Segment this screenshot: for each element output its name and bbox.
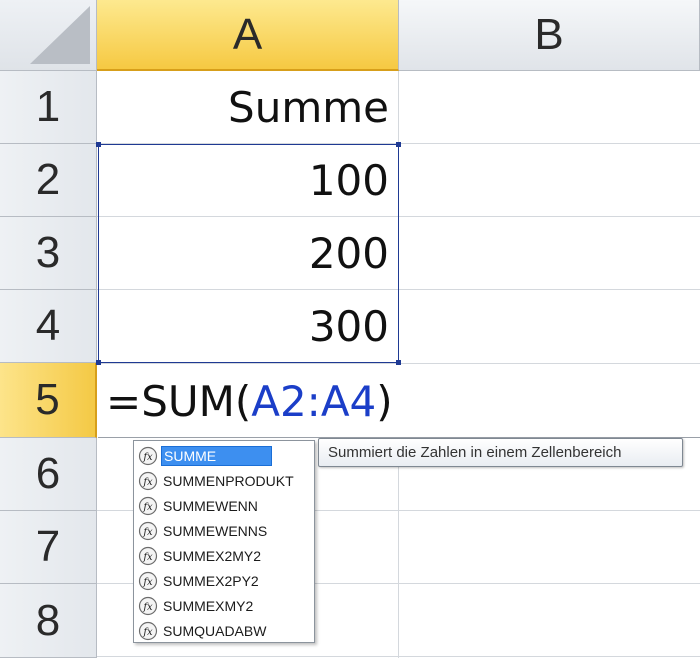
autocomplete-item[interactable]: fx SUMQUADABW xyxy=(134,618,314,643)
autocomplete-item[interactable]: fx SUMMEXMY2 xyxy=(134,593,314,618)
function-icon: fx xyxy=(138,571,158,590)
range-handle[interactable] xyxy=(396,142,401,147)
function-icon: fx xyxy=(138,621,158,640)
range-handle[interactable] xyxy=(96,142,101,147)
cell-a1[interactable]: Summe xyxy=(98,72,399,143)
formula-suffix: ) xyxy=(376,376,393,426)
autocomplete-item-label: SUMMEX2PY2 xyxy=(163,572,259,589)
function-icon: fx xyxy=(138,546,158,565)
spreadsheet-grid: A B 1 2 3 4 5 6 7 8 Summe 100 200 300 =S… xyxy=(0,0,700,658)
select-all-triangle-icon xyxy=(30,6,90,64)
function-icon: fx xyxy=(138,496,158,515)
autocomplete-item-label: SUMME xyxy=(161,445,273,466)
row-header-2[interactable]: 2 xyxy=(0,144,97,217)
select-all-corner[interactable] xyxy=(0,0,97,71)
svg-text:fx: fx xyxy=(142,452,153,463)
autocomplete-item[interactable]: fx SUMMEWENNS xyxy=(134,518,314,543)
function-autocomplete-list[interactable]: fx SUMME fx SUMMENPRODUKT fx SUMMEWENN fx SUMME… xyxy=(133,440,315,643)
reference-range-highlight xyxy=(96,142,401,365)
svg-text:fx: fx xyxy=(142,477,153,488)
column-header-b[interactable]: B xyxy=(399,0,700,71)
column-header-a[interactable]: A xyxy=(97,0,399,71)
function-icon: fx xyxy=(138,521,158,540)
autocomplete-item[interactable]: fx SUMMEX2PY2 xyxy=(134,568,314,593)
autocomplete-item-label: SUMMEXMY2 xyxy=(163,597,254,614)
autocomplete-item-label: SUMMEWENNS xyxy=(163,522,268,539)
row-header-1[interactable]: 1 xyxy=(0,71,97,144)
row-header-7[interactable]: 7 xyxy=(0,511,97,584)
svg-text:fx: fx xyxy=(142,577,153,588)
autocomplete-item-label: SUMQUADABW xyxy=(163,622,267,639)
row-header-5[interactable]: 5 xyxy=(0,363,97,438)
row-header-6[interactable]: 6 xyxy=(0,438,97,511)
autocomplete-item[interactable]: fx SUMMEX2MY2 xyxy=(134,543,314,568)
svg-text:fx: fx xyxy=(142,527,153,538)
svg-text:fx: fx xyxy=(142,552,153,563)
svg-text:fx: fx xyxy=(142,502,153,513)
row-header-4[interactable]: 4 xyxy=(0,290,97,363)
autocomplete-item-label: SUMMEX2MY2 xyxy=(163,547,262,564)
row-header-8[interactable]: 8 xyxy=(0,584,97,658)
svg-text:fx: fx xyxy=(142,602,153,613)
svg-text:fx: fx xyxy=(142,627,153,638)
function-icon: fx xyxy=(138,446,158,465)
autocomplete-item[interactable]: fx SUMMEWENN xyxy=(134,493,314,518)
formula-prefix: =SUM( xyxy=(106,376,252,426)
function-tooltip: Summiert die Zahlen in einem Zellenberei… xyxy=(318,438,683,467)
autocomplete-item-label: SUMMEWENN xyxy=(163,497,258,514)
autocomplete-item[interactable]: fx SUMMENPRODUKT xyxy=(134,468,314,493)
autocomplete-item[interactable]: fx SUMME xyxy=(134,443,314,468)
row-header-3[interactable]: 3 xyxy=(0,217,97,290)
function-icon: fx xyxy=(138,596,158,615)
function-icon: fx xyxy=(138,471,158,490)
formula-reference: A2:A4 xyxy=(251,376,377,426)
cell-a5-editing[interactable]: =SUM(A2:A4) xyxy=(98,365,700,438)
autocomplete-item-label: SUMMENPRODUKT xyxy=(163,472,294,489)
